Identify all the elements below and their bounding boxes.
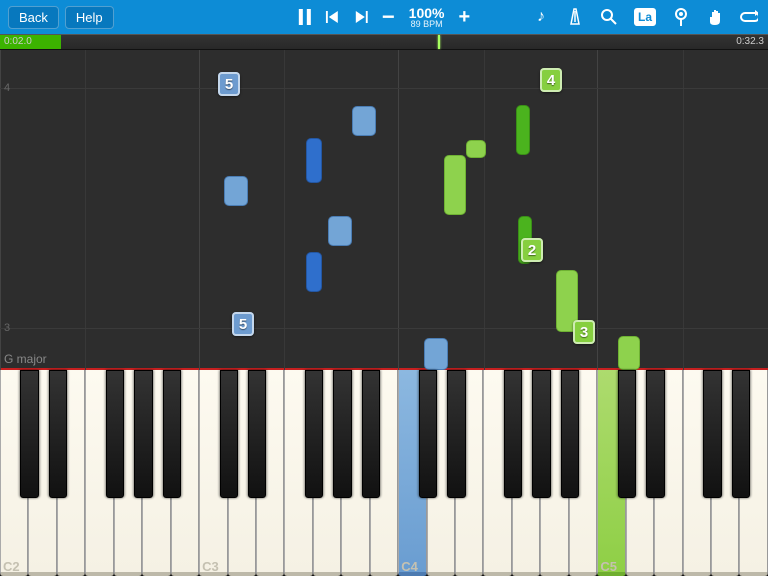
finger-hint: 5 (232, 312, 254, 336)
progress-bar[interactable]: 0:02.0 0:32.3 (0, 34, 768, 50)
black-key[interactable] (532, 370, 550, 498)
finger-hint: 3 (573, 320, 595, 344)
falling-note (306, 252, 322, 292)
black-key[interactable] (333, 370, 351, 498)
black-key[interactable] (646, 370, 664, 498)
black-key[interactable] (732, 370, 750, 498)
playback-controls: − 100% 89 BPM + (298, 4, 470, 30)
labels-icon[interactable]: La (634, 8, 656, 26)
notefall-area[interactable]: G major 4 3 5 5 4 2 3 (0, 50, 768, 370)
loop-icon[interactable] (740, 8, 758, 26)
octave-label: C5 (600, 559, 617, 574)
prev-icon[interactable] (326, 11, 340, 23)
search-icon[interactable] (600, 8, 618, 26)
loop-marker[interactable] (438, 35, 440, 49)
falling-note (328, 216, 352, 246)
note-icon[interactable]: ♪ (532, 8, 550, 26)
tool-icons: ♪ La (532, 8, 758, 26)
black-key[interactable] (703, 370, 721, 498)
black-key[interactable] (305, 370, 323, 498)
octave-label: C2 (3, 559, 20, 574)
help-button[interactable]: Help (65, 6, 114, 29)
measure-label: 3 (4, 322, 10, 334)
piano-keyboard[interactable]: C2 C3 C4 C5 (0, 370, 768, 576)
black-key[interactable] (504, 370, 522, 498)
black-key[interactable] (20, 370, 38, 498)
falling-note (516, 105, 530, 155)
black-key[interactable] (447, 370, 465, 498)
finger-hint: 5 (218, 72, 240, 96)
minus-icon[interactable]: − (382, 4, 395, 30)
black-key[interactable] (106, 370, 124, 498)
black-key[interactable] (248, 370, 266, 498)
toolbar: Back Help − 100% 89 BPM + ♪ La (0, 0, 768, 34)
black-key[interactable] (163, 370, 181, 498)
speed-display[interactable]: 100% 89 BPM (409, 6, 445, 29)
falling-note (224, 176, 248, 206)
key-signature-label: G major (4, 352, 47, 366)
black-key[interactable] (49, 370, 67, 498)
black-key[interactable] (618, 370, 636, 498)
speed-percent: 100% (409, 6, 445, 20)
time-total: 0:32.3 (736, 36, 764, 47)
metronome-icon[interactable] (566, 8, 584, 26)
black-key[interactable] (220, 370, 238, 498)
next-icon[interactable] (354, 11, 368, 23)
marker-icon[interactable] (672, 8, 690, 26)
octave-label: C4 (401, 559, 418, 574)
falling-note (424, 338, 448, 370)
black-key[interactable] (134, 370, 152, 498)
back-button[interactable]: Back (8, 6, 59, 29)
measure-label: 4 (4, 82, 10, 94)
octave-label: C3 (202, 559, 219, 574)
falling-note (306, 138, 322, 183)
finger-hint: 2 (521, 238, 543, 262)
falling-note (352, 106, 376, 136)
black-key[interactable] (362, 370, 380, 498)
black-key[interactable] (419, 370, 437, 498)
finger-hint: 4 (540, 68, 562, 92)
hand-icon[interactable] (706, 8, 724, 26)
pause-icon[interactable] (298, 9, 312, 25)
time-elapsed: 0:02.0 (4, 36, 32, 47)
falling-note (466, 140, 486, 158)
speed-bpm: 89 BPM (409, 20, 445, 29)
black-key[interactable] (561, 370, 579, 498)
plus-icon[interactable]: + (458, 6, 470, 29)
falling-note (618, 336, 640, 370)
falling-note (444, 155, 466, 215)
